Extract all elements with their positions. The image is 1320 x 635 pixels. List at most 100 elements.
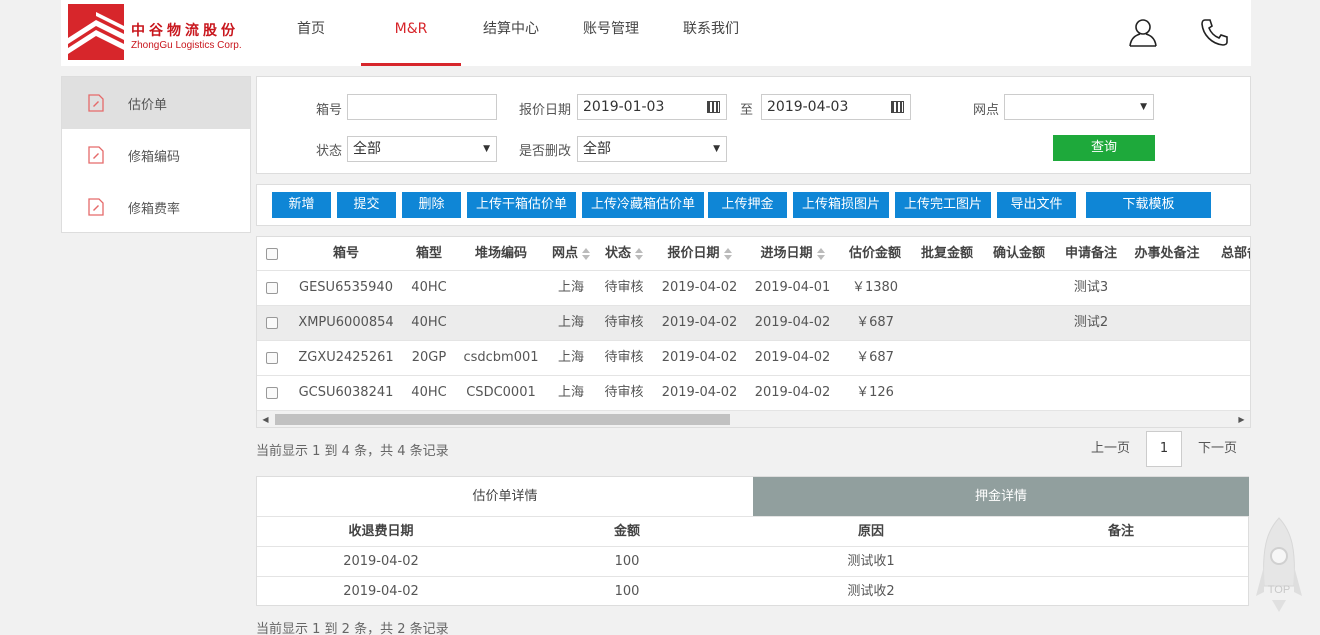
- main-nav: 首页 M&R 结算中心 账号管理 联系我们: [261, 0, 761, 66]
- submit-button[interactable]: 提交: [337, 192, 396, 218]
- prev-page-link[interactable]: 上一页: [1091, 431, 1130, 467]
- row-checkbox[interactable]: [266, 317, 278, 329]
- cell-status: 待审核: [604, 315, 644, 330]
- quote-date-label: 报价日期: [519, 103, 572, 118]
- sort-icon[interactable]: [582, 247, 590, 260]
- deleted-select[interactable]: 全部: [577, 136, 727, 162]
- col-hq-remark[interactable]: 总部备注: [1207, 237, 1250, 271]
- detail-panel: 估价单详情 押金详情 收退费日期 金额 原因 备注 2019-04-02 100…: [256, 476, 1249, 606]
- scrollbar-thumb[interactable]: [275, 414, 730, 425]
- upload-completion-photo-button[interactable]: 上传完工图片: [895, 192, 991, 218]
- col-apply-remark[interactable]: 申请备注: [1055, 237, 1127, 271]
- select-all-checkbox[interactable]: [266, 248, 278, 260]
- tab-deposit-detail[interactable]: 押金详情: [753, 477, 1249, 516]
- next-page-link[interactable]: 下一页: [1198, 431, 1237, 467]
- row-checkbox[interactable]: [266, 352, 278, 364]
- sidebar-item-repair-rate[interactable]: 修箱费率: [62, 181, 250, 233]
- cell-box-no: GESU6535940: [299, 280, 393, 295]
- upload-dry-estimate-button[interactable]: 上传干箱估价单: [467, 192, 576, 218]
- col-office-remark[interactable]: 办事处备注: [1127, 237, 1207, 271]
- cell-box-type: 40HC: [411, 280, 447, 295]
- table-row[interactable]: GESU6535940 40HC 上海 待审核 2019-04-02 2019-…: [257, 271, 1250, 306]
- phone-icon[interactable]: [1199, 16, 1231, 48]
- box-no-input[interactable]: [347, 94, 497, 120]
- calendar-icon[interactable]: [891, 101, 904, 113]
- logo-chinese-name: 中谷物流股份: [131, 23, 239, 39]
- nav-mr[interactable]: M&R: [361, 0, 461, 66]
- date-from-input[interactable]: 2019-01-03: [577, 94, 727, 120]
- col-confirmed-amount[interactable]: 确认金额: [983, 237, 1055, 271]
- page-number[interactable]: 1: [1146, 431, 1182, 467]
- nav-home[interactable]: 首页: [261, 0, 361, 66]
- col-site[interactable]: 网点: [547, 237, 595, 271]
- col-box-no[interactable]: 箱号: [289, 237, 403, 271]
- table-row[interactable]: XMPU6000854 40HC 上海 待审核 2019-04-02 2019-…: [257, 306, 1250, 341]
- top-header: 中谷物流股份 ZhongGu Logistics Corp. 首页 M&R 结算…: [61, 0, 1251, 66]
- col-status[interactable]: 状态: [595, 237, 653, 271]
- nav-account[interactable]: 账号管理: [561, 0, 661, 66]
- calendar-icon[interactable]: [707, 101, 720, 113]
- table-header-row: 箱号 箱型 堆场编码 网点 状态 报价日期 进场日期 估价金额 批复金额 确认金…: [257, 237, 1250, 271]
- cell-fee-date: 2019-04-02: [343, 584, 419, 599]
- table-row[interactable]: ZGXU2425261 20GP csdcbm001 上海 待审核 2019-0…: [257, 341, 1250, 376]
- sort-icon[interactable]: [635, 247, 643, 260]
- cell-yard-code: CSDC0001: [466, 385, 536, 400]
- cell-quote-date: 2019-04-02: [661, 350, 738, 365]
- cell-yard-code: csdcbm001: [463, 350, 539, 365]
- status-select[interactable]: 全部: [347, 136, 497, 162]
- sort-icon[interactable]: [723, 247, 732, 260]
- upload-damage-photo-button[interactable]: 上传箱损图片: [793, 192, 889, 218]
- table-row[interactable]: 2019-04-02 100 测试收2: [257, 576, 1248, 606]
- col-approved-amount[interactable]: 批复金额: [911, 237, 983, 271]
- row-checkbox[interactable]: [266, 282, 278, 294]
- nav-settlement[interactable]: 结算中心: [461, 0, 561, 66]
- delete-button[interactable]: 删除: [402, 192, 461, 218]
- sidebar-item-repair-code[interactable]: 修箱编码: [62, 129, 250, 181]
- sort-icon[interactable]: [816, 247, 825, 260]
- user-icon[interactable]: [1127, 16, 1159, 48]
- col-estimate-amount[interactable]: 估价金额: [839, 237, 911, 271]
- export-file-button[interactable]: 导出文件: [997, 192, 1076, 218]
- deleted-label: 是否删改: [519, 144, 572, 159]
- back-to-top-button[interactable]: TOP: [1254, 516, 1304, 614]
- cell-amount: 100: [614, 554, 640, 569]
- col-reason: 原因: [857, 524, 884, 539]
- upload-reefer-estimate-button[interactable]: 上传冷藏箱估价单: [582, 192, 704, 218]
- cell-box-type: 40HC: [411, 315, 447, 330]
- cell-fee-date: 2019-04-02: [343, 554, 419, 569]
- date-to-input[interactable]: 2019-04-03: [761, 94, 911, 120]
- col-entry-date[interactable]: 进场日期: [746, 237, 839, 271]
- col-quote-date[interactable]: 报价日期: [653, 237, 746, 271]
- scroll-right-icon[interactable]: ▶: [1233, 411, 1250, 427]
- back-to-top-label: TOP: [1268, 584, 1290, 596]
- date-to-value: 2019-04-03: [767, 99, 849, 115]
- cell-apply-remark: [1055, 341, 1127, 375]
- estimate-table: 箱号 箱型 堆场编码 网点 状态 报价日期 进场日期 估价金额 批复金额 确认金…: [256, 236, 1251, 428]
- cell-status: 待审核: [604, 385, 644, 400]
- col-entry-date-label: 进场日期: [760, 246, 813, 261]
- document-icon: [88, 146, 104, 164]
- cell-estimate-amount: ￥687: [856, 350, 894, 365]
- site-select[interactable]: [1004, 94, 1154, 120]
- download-template-button[interactable]: 下载模板: [1086, 192, 1211, 218]
- cell-box-no: ZGXU2425261: [298, 350, 394, 365]
- table-row[interactable]: GCSU6038241 40HC CSDC0001 上海 待审核 2019-04…: [257, 376, 1250, 411]
- add-button[interactable]: 新增: [272, 192, 331, 218]
- table-row[interactable]: 2019-04-02 100 测试收1: [257, 546, 1248, 576]
- upload-deposit-button[interactable]: 上传押金: [708, 192, 787, 218]
- horizontal-scrollbar[interactable]: ◀ ▶: [257, 411, 1250, 427]
- tab-estimate-detail[interactable]: 估价单详情: [257, 477, 753, 516]
- row-checkbox[interactable]: [266, 387, 278, 399]
- company-logo[interactable]: 中谷物流股份 ZhongGu Logistics Corp.: [68, 4, 258, 60]
- cell-site: 上海: [557, 315, 584, 330]
- cell-entry-date: 2019-04-02: [754, 385, 831, 400]
- cell-box-type: 40HC: [411, 385, 447, 400]
- col-yard-code[interactable]: 堆场编码: [455, 237, 547, 271]
- nav-contact[interactable]: 联系我们: [661, 0, 761, 66]
- sidebar-item-estimate[interactable]: 估价单: [62, 77, 250, 129]
- sidebar: 估价单 修箱编码 修箱费率: [61, 76, 251, 233]
- col-box-type[interactable]: 箱型: [403, 237, 455, 271]
- query-button[interactable]: 查询: [1053, 135, 1155, 161]
- date-separator: 至: [740, 103, 754, 118]
- scroll-left-icon[interactable]: ◀: [257, 411, 274, 427]
